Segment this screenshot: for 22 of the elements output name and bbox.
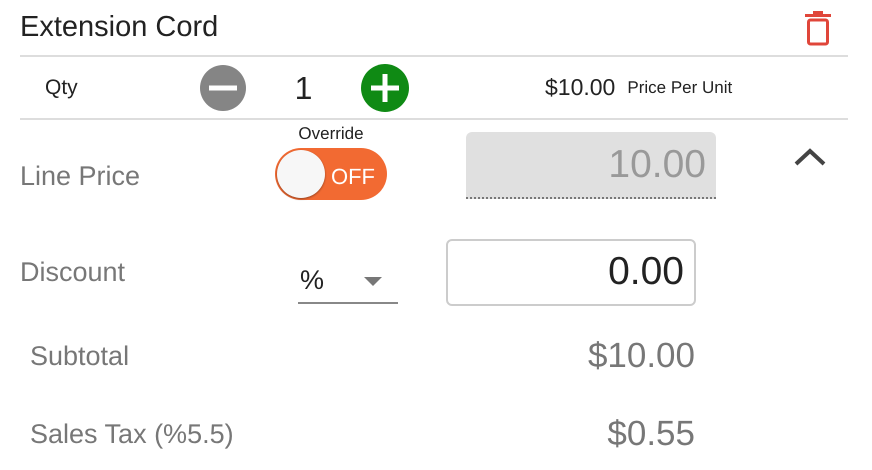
trash-icon bbox=[804, 11, 832, 46]
minus-icon bbox=[209, 84, 237, 90]
decrease-button[interactable] bbox=[200, 64, 246, 110]
qty-value: 1 bbox=[294, 70, 312, 106]
plus-icon bbox=[371, 74, 399, 102]
qty-label: Qty bbox=[45, 74, 79, 101]
line-price-label: Line Price bbox=[20, 160, 142, 193]
caret-icon bbox=[364, 277, 382, 286]
total-label: Sales Tax (%5.5) bbox=[30, 418, 234, 451]
unit-price: $10.00 bbox=[545, 73, 616, 102]
discount-label: Discount bbox=[20, 256, 126, 289]
delete-button[interactable] bbox=[804, 11, 832, 46]
item-title: Extension Cord bbox=[20, 10, 218, 45]
increase-button[interactable] bbox=[361, 64, 409, 112]
total-value: $0.55 bbox=[607, 412, 695, 455]
discount-type-dropdown[interactable]: % bbox=[298, 258, 398, 304]
unit-price-label: Price Per Unit bbox=[627, 76, 732, 99]
override-label: Override bbox=[298, 124, 364, 144]
discount-field[interactable]: 0.00 bbox=[446, 238, 696, 306]
total-value: $10.00 bbox=[588, 334, 695, 377]
chevron-icon bbox=[794, 148, 826, 168]
total-label: Subtotal bbox=[30, 340, 130, 373]
